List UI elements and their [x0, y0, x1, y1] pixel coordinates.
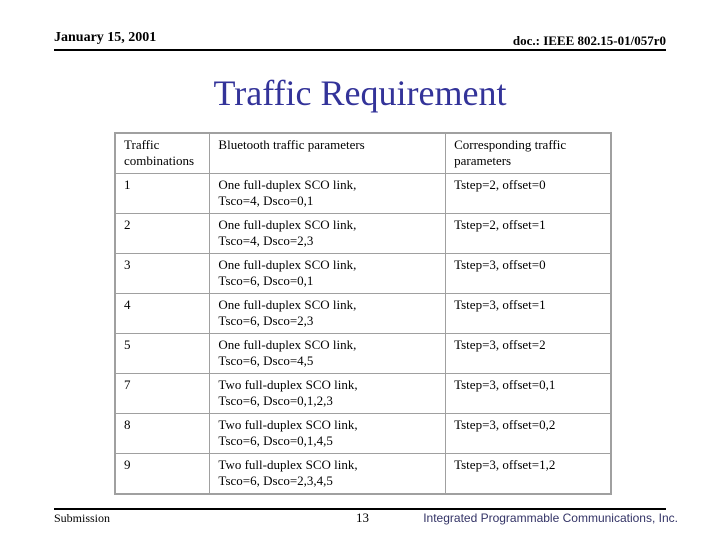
- bt-line-1: Two full-duplex SCO link,: [218, 457, 358, 472]
- corresponding-params-cell: Tstep=2, offset=1: [445, 213, 612, 254]
- table-row: 5 One full-duplex SCO link, Tsco=6, Dsco=4…: [114, 333, 612, 374]
- table-header-row: Traffic combinations Bluetooth traffic p…: [114, 132, 612, 174]
- bt-line-2: Tsco=6, Dsco=2,3: [218, 313, 314, 328]
- bluetooth-params-cell: One full-duplex SCO link, Tsco=4, Dsco=0,…: [209, 173, 447, 214]
- bluetooth-params-cell: Two full-duplex SCO link, Tsco=6, Dsco=2,…: [209, 453, 447, 495]
- bt-line-2: Tsco=4, Dsco=0,1: [218, 193, 314, 208]
- bt-line-1: One full-duplex SCO link,: [218, 217, 357, 232]
- bluetooth-params-cell: One full-duplex SCO link, Tsco=6, Dsco=0,…: [209, 253, 447, 294]
- corresponding-params-cell: Tstep=2, offset=0: [445, 173, 612, 214]
- table-row: 9 Two full-duplex SCO link, Tsco=6, Dsco=2…: [114, 453, 612, 495]
- table-row: 7 Two full-duplex SCO link, Tsco=6, Dsco=0…: [114, 373, 612, 414]
- bt-line-1: One full-duplex SCO link,: [218, 177, 357, 192]
- bt-line-2: Tsco=6, Dsco=4,5: [218, 353, 314, 368]
- table-row: 2 One full-duplex SCO link, Tsco=4, Dsco=2…: [114, 213, 612, 254]
- combination-cell: 5: [114, 333, 211, 374]
- bluetooth-params-cell: One full-duplex SCO link, Tsco=6, Dsco=4,…: [209, 333, 447, 374]
- footer-company: Integrated Programmable Communications, …: [423, 511, 678, 525]
- combination-cell: 2: [114, 213, 211, 254]
- corresponding-params-cell: Tstep=3, offset=0,1: [445, 373, 612, 414]
- table-row: 8 Two full-duplex SCO link, Tsco=6, Dsco=0…: [114, 413, 612, 454]
- bt-line-1: Two full-duplex SCO link,: [218, 417, 358, 432]
- bluetooth-params-cell: One full-duplex SCO link, Tsco=6, Dsco=2,…: [209, 293, 447, 334]
- bt-line-1: One full-duplex SCO link,: [218, 297, 357, 312]
- corresponding-params-cell: Tstep=3, offset=1,2: [445, 453, 612, 495]
- header-cell: Bluetooth traffic parameters: [209, 132, 447, 174]
- combination-cell: 3: [114, 253, 211, 294]
- combination-cell: 4: [114, 293, 211, 334]
- header-cell: Corresponding traffic parameters: [445, 132, 612, 174]
- header-date: January 15, 2001: [54, 30, 157, 45]
- header-cell: Traffic combinations: [114, 132, 211, 174]
- table-row: 4 One full-duplex SCO link, Tsco=6, Dsco=2…: [114, 293, 612, 334]
- combination-cell: 1: [114, 173, 211, 214]
- table-row: 1 One full-duplex SCO link, Tsco=4, Dsco=0…: [114, 173, 612, 214]
- corresponding-params-cell: Tstep=3, offset=0: [445, 253, 612, 294]
- bt-line-2: Tsco=6, Dsco=0,1,2,3: [218, 393, 333, 408]
- bt-line-1: One full-duplex SCO link,: [218, 337, 357, 352]
- slide-title: Traffic Requirement: [213, 73, 507, 113]
- header-doc-id: doc.: IEEE 802.15-01/057r0: [512, 33, 666, 48]
- corresponding-params-cell: Tstep=3, offset=0,2: [445, 413, 612, 454]
- bt-line-2: Tsco=4, Dsco=2,3: [218, 233, 314, 248]
- bt-line-1: One full-duplex SCO link,: [218, 257, 357, 272]
- footer-submission: Submission: [54, 511, 111, 525]
- combination-cell: 7: [114, 373, 211, 414]
- combination-cell: 8: [114, 413, 211, 454]
- corresponding-params-cell: Tstep=3, offset=2: [445, 333, 612, 374]
- traffic-table: Traffic combinations Bluetooth traffic p…: [114, 132, 612, 495]
- corresponding-params-cell: Tstep=3, offset=1: [445, 293, 612, 334]
- bt-line-2: Tsco=6, Dsco=2,3,4,5: [218, 473, 333, 488]
- bluetooth-params-cell: One full-duplex SCO link, Tsco=4, Dsco=2,…: [209, 213, 447, 254]
- bt-line-2: Tsco=6, Dsco=0,1,4,5: [218, 433, 333, 448]
- page-number: 13: [356, 510, 369, 525]
- combination-cell: 9: [114, 453, 211, 495]
- table-row: 3 One full-duplex SCO link, Tsco=6, Dsco=0…: [114, 253, 612, 294]
- bluetooth-params-cell: Two full-duplex SCO link, Tsco=6, Dsco=0,…: [209, 413, 447, 454]
- bt-line-2: Tsco=6, Dsco=0,1: [218, 273, 314, 288]
- header-divider: [54, 49, 666, 51]
- bluetooth-params-cell: Two full-duplex SCO link, Tsco=6, Dsco=0,…: [209, 373, 447, 414]
- bt-line-1: Two full-duplex SCO link,: [218, 377, 358, 392]
